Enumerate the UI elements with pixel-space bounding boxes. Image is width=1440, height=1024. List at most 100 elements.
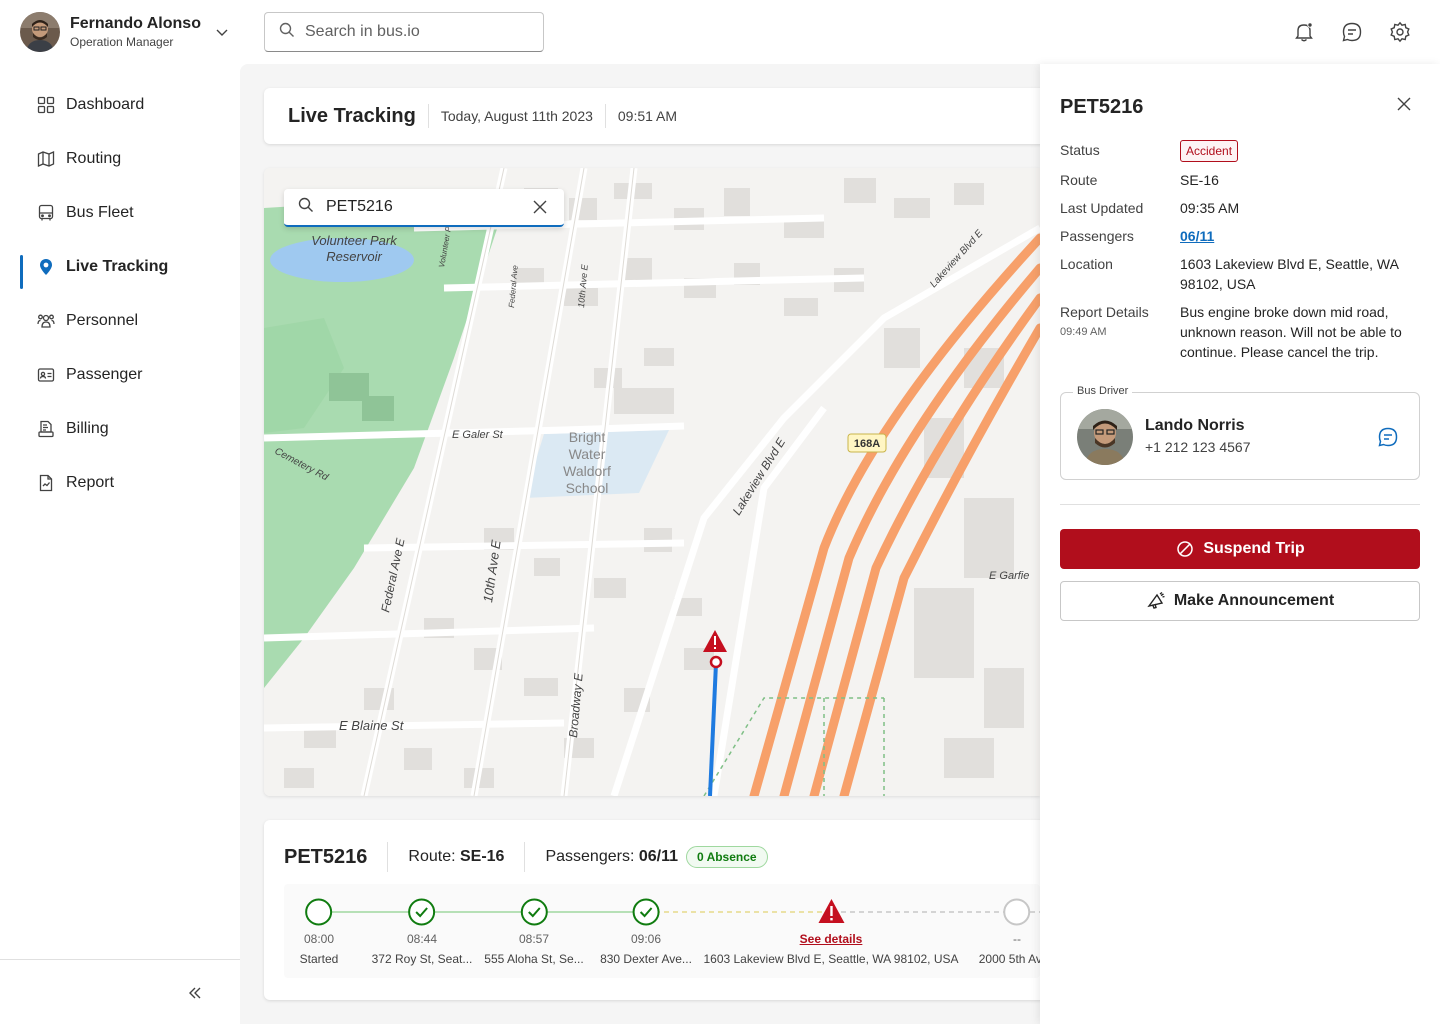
sidebar-item-report[interactable]: Report — [0, 456, 240, 510]
timeline-stop[interactable]: 09:06 830 Dexter Ave... — [600, 884, 692, 966]
sidebar-item-passenger[interactable]: Passenger — [0, 348, 240, 402]
stop-time: 08:57 — [518, 932, 550, 946]
billing-icon — [36, 419, 56, 439]
sidebar-item-bus-fleet[interactable]: Bus Fleet — [0, 186, 240, 240]
stop-start-icon — [305, 898, 333, 926]
map-label-school-4: School — [566, 480, 609, 496]
absence-badge: 0 Absence — [686, 846, 768, 868]
stop-time: 08:44 — [406, 932, 438, 946]
stop-location: 1603 Lakeview Blvd E, Seattle, WA 98102,… — [703, 952, 959, 966]
megaphone-icon — [1146, 591, 1166, 611]
warning-icon — [817, 898, 845, 926]
collapse-sidebar-icon[interactable] — [184, 982, 206, 1004]
trip-route-label: Route: — [408, 848, 456, 865]
sidebar-item-label: Dashboard — [66, 96, 145, 113]
see-details-link[interactable]: See details — [703, 932, 958, 946]
trip-summary-header: PET5216 Route: SE-16 Passengers: 06/11 0… — [284, 842, 768, 872]
sidebar-item-label: Routing — [66, 150, 122, 167]
page-header: Live Tracking Today, August 11th 2023 09… — [264, 88, 1064, 144]
user-name: Fernando Alonso — [70, 15, 201, 32]
detail-label: Last Updated — [1060, 200, 1144, 216]
top-actions — [1292, 20, 1412, 44]
detail-label: Location — [1060, 256, 1113, 272]
timeline-stop[interactable]: 08:57 555 Aloha St, Se... — [484, 884, 584, 966]
trip-timeline: 08:00 Started 08:44 372 Roy St, Seat... … — [284, 884, 1040, 978]
sidebar-item-label: Bus Fleet — [66, 204, 134, 221]
sidebar-item-dashboard[interactable]: Dashboard — [0, 78, 240, 132]
sidebar-item-label: Personnel — [66, 312, 139, 329]
map-search[interactable]: PET5216 — [284, 189, 564, 227]
live-map[interactable]: 168A Volunteer Park Reservoir Bright Wat… — [264, 168, 1040, 796]
page-title: Live Tracking — [288, 104, 416, 127]
search-input[interactable] — [305, 23, 525, 41]
highway-shield-label: 168A — [854, 438, 880, 450]
trip-route: Route: SE-16 — [408, 848, 504, 866]
stop-location: 555 Aloha St, Se... — [484, 952, 584, 966]
trip-route-value: SE-16 — [459, 848, 505, 865]
close-icon[interactable] — [530, 197, 550, 217]
map-label-school-1: Bright — [569, 429, 606, 445]
user-profile[interactable]: Fernando Alonso Operation Manager — [20, 12, 230, 52]
stop-time: 08:00 — [303, 932, 335, 946]
detail-label: Passengers — [1060, 228, 1134, 244]
chat-icon[interactable] — [1340, 20, 1364, 44]
people-icon — [36, 311, 56, 331]
bus-icon — [36, 203, 56, 223]
divider — [1060, 504, 1420, 505]
timeline-stop-accident[interactable]: See details 1603 Lakeview Blvd E, Seattl… — [703, 884, 959, 966]
divider — [604, 104, 606, 128]
user-avatar — [20, 12, 60, 52]
prohibited-icon — [1175, 539, 1195, 559]
notification-bell-icon[interactable] — [1292, 20, 1316, 44]
header-time: 09:51 AM — [617, 108, 678, 124]
map-search-input[interactable]: PET5216 — [326, 198, 530, 216]
trip-details: Status Accident Route SE-16 Last Updated… — [1060, 140, 1420, 370]
sidebar-item-label: Report — [66, 474, 115, 491]
map-icon — [36, 149, 56, 169]
detail-label: Status — [1060, 142, 1100, 158]
suspend-trip-label: Suspend Trip — [1203, 540, 1305, 557]
gear-icon[interactable] — [1388, 20, 1412, 44]
chat-icon[interactable] — [1377, 426, 1399, 448]
trip-passengers: Passengers: 06/11 — [545, 848, 678, 866]
timeline-stop[interactable]: 08:44 372 Roy St, Seat... — [372, 884, 472, 966]
timeline-stop[interactable]: 08:00 Started — [300, 884, 338, 966]
status-badge: Accident — [1180, 140, 1239, 162]
check-icon — [408, 898, 436, 926]
sidebar-item-personnel[interactable]: Personnel — [0, 294, 240, 348]
trip-passengers-label: Passengers: — [545, 848, 635, 865]
sidebar-footer — [0, 959, 240, 1024]
timeline-stop[interactable]: -- 2000 5th Aven — [979, 884, 1040, 966]
sidebar-item-live-tracking[interactable]: Live Tracking — [0, 240, 240, 294]
sidebar-item-routing[interactable]: Routing — [0, 132, 240, 186]
search-icon — [298, 197, 314, 218]
driver-avatar — [1077, 409, 1133, 465]
grid-icon — [36, 95, 56, 115]
location-pin-icon — [36, 257, 56, 277]
make-announcement-button[interactable]: Make Announcement — [1060, 581, 1420, 621]
detail-value: Bus engine broke down mid road, unknown … — [1180, 304, 1402, 360]
close-icon[interactable] — [1394, 94, 1414, 114]
map-label-school-3: Waldorf — [563, 463, 611, 479]
map-label-garfield: E Garfie — [989, 570, 1029, 582]
panel-title: PET5216 — [1060, 96, 1144, 118]
check-icon — [632, 898, 660, 926]
divider — [387, 842, 389, 872]
map-label-school-2: Water — [569, 446, 606, 462]
make-announcement-label: Make Announcement — [1173, 592, 1335, 609]
suspend-trip-button[interactable]: Suspend Trip — [1060, 529, 1420, 569]
trip-passengers-value: 06/11 — [638, 848, 678, 865]
chevron-down-icon[interactable] — [214, 24, 230, 40]
detail-row-route: Route SE-16 — [1060, 170, 1420, 190]
passengers-link[interactable]: 06/11 — [1180, 228, 1214, 244]
sidebar-item-label: Billing — [66, 420, 109, 437]
sidebar-item-label: Live Tracking — [66, 258, 169, 275]
map-label-reservoir-2: Reservoir — [326, 249, 382, 264]
detail-row-updated: Last Updated 09:35 AM — [1060, 198, 1420, 218]
sidebar-item-billing[interactable]: Billing — [0, 402, 240, 456]
sidebar-item-label: Passenger — [66, 366, 143, 383]
global-search[interactable] — [264, 12, 544, 52]
check-icon — [520, 898, 548, 926]
trip-detail-panel: PET5216 Status Accident Route SE-16 Last… — [1040, 64, 1440, 1024]
detail-value: SE-16 — [1180, 172, 1219, 188]
